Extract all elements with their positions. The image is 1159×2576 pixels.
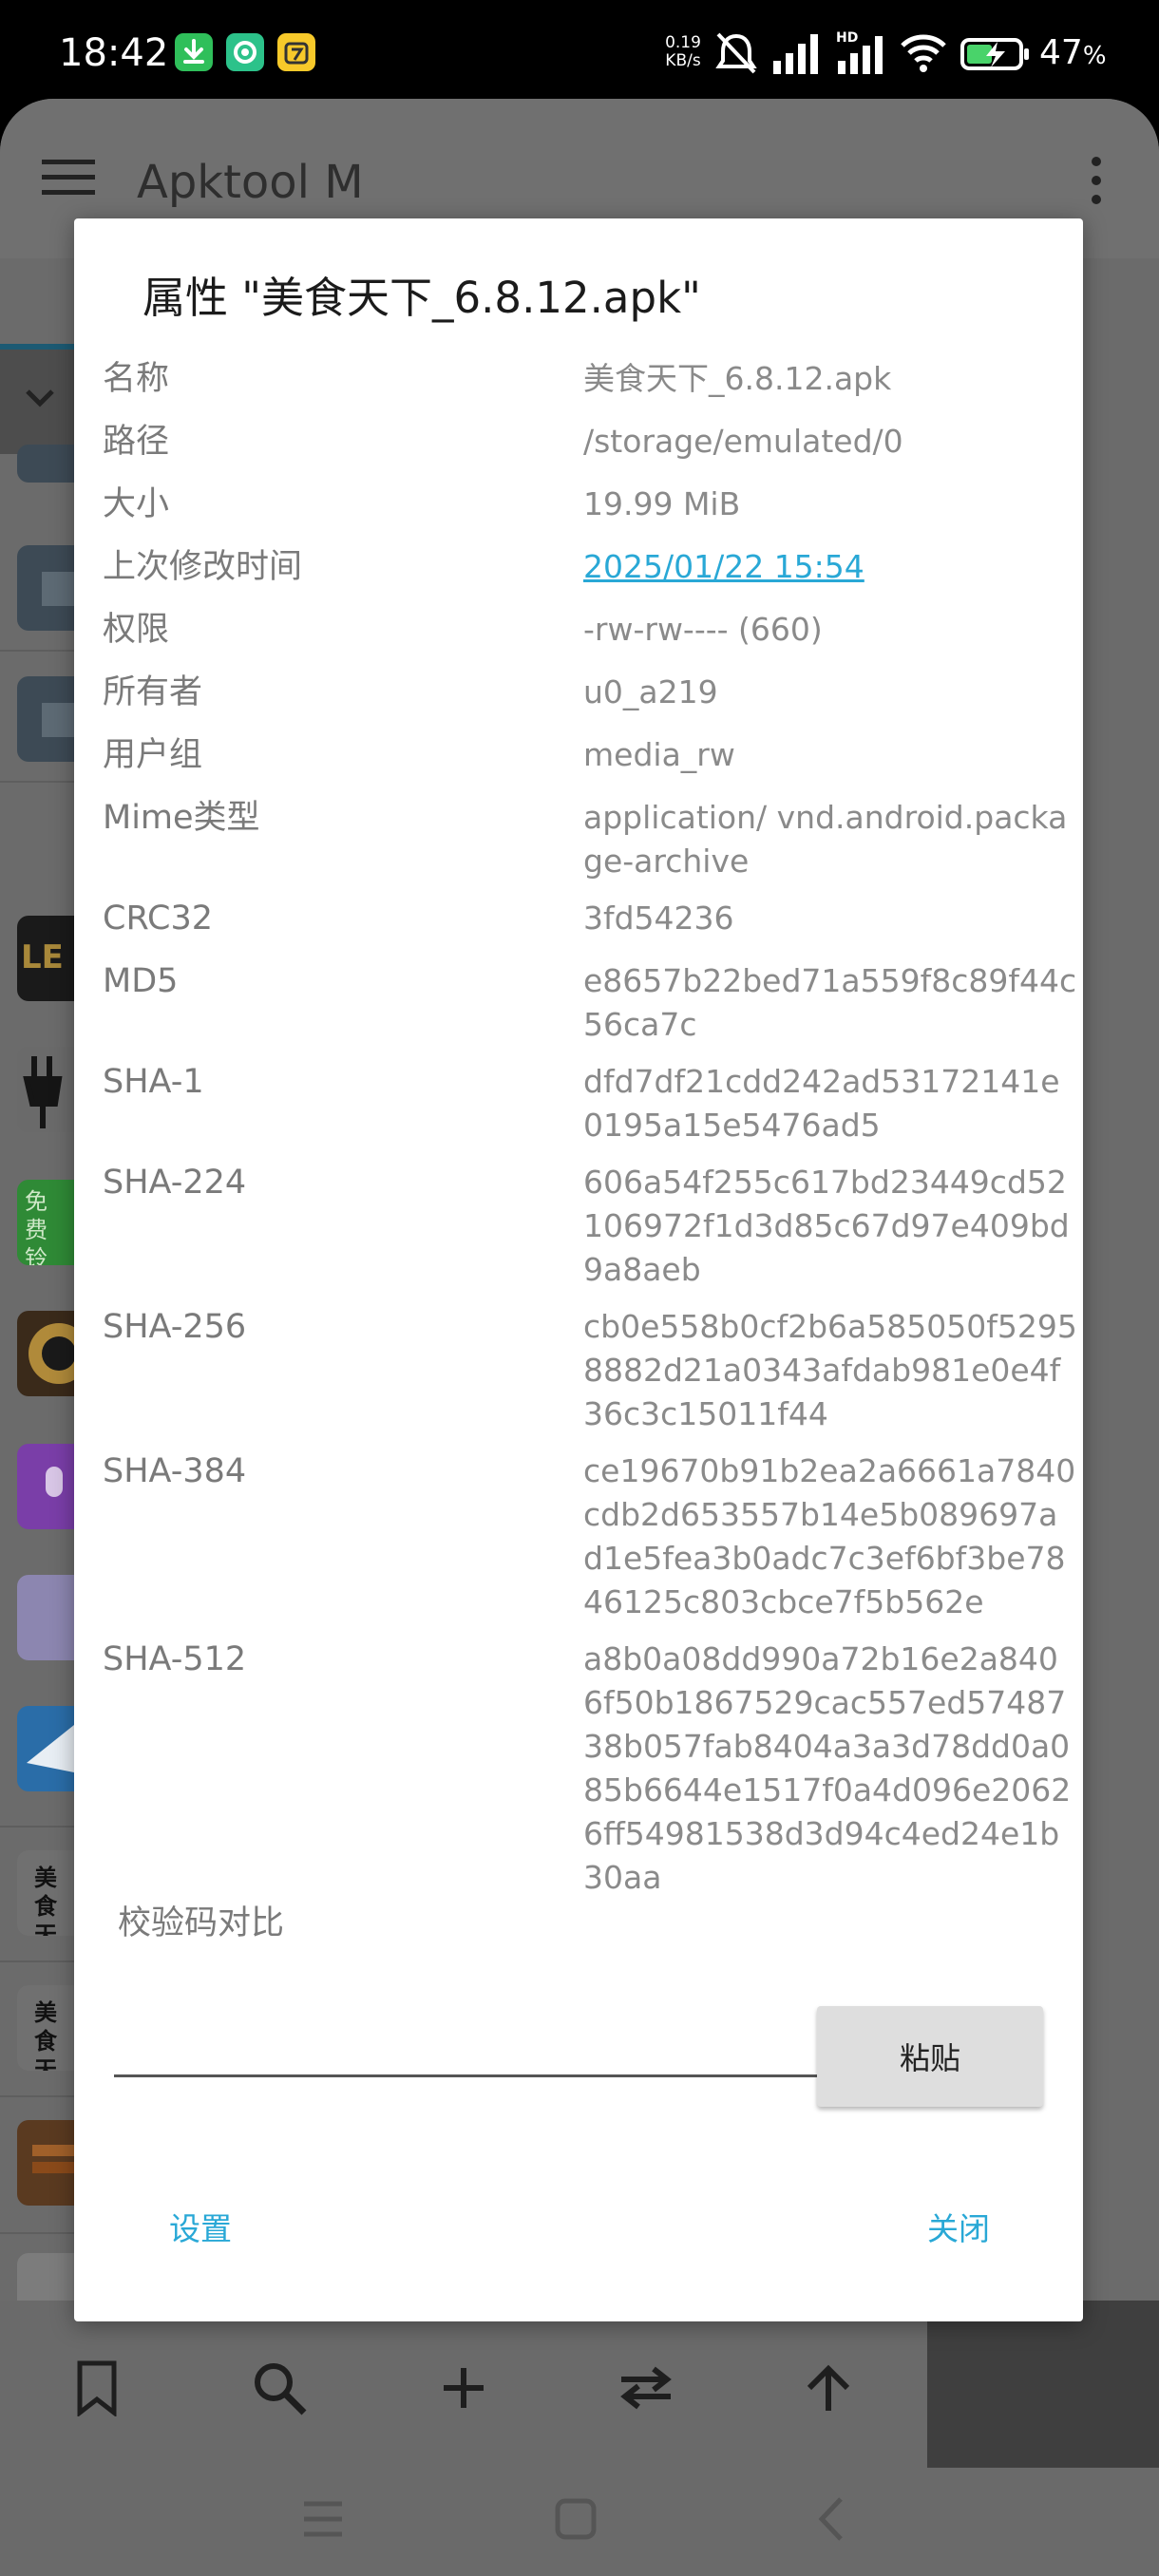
- back-icon[interactable]: [792, 2481, 868, 2557]
- list-item[interactable]: 免费铃声: [17, 1180, 76, 1265]
- list-divider: [0, 1826, 76, 1828]
- alarm-off-icon: [714, 28, 758, 82]
- system-nav-bar: [0, 2468, 1159, 2576]
- wifi-icon: [899, 28, 948, 82]
- list-item[interactable]: [17, 1444, 76, 1529]
- checksum-input[interactable]: [114, 2016, 872, 2077]
- battery-percent: 47%: [1039, 30, 1107, 79]
- prop-label: Mime类型: [103, 799, 260, 837]
- menu-icon[interactable]: [42, 158, 95, 199]
- swap-icon[interactable]: [608, 2350, 684, 2426]
- svg-text:HD: HD: [836, 30, 858, 46]
- prop-label: 权限: [103, 611, 170, 649]
- battery-unit: %: [1082, 42, 1107, 70]
- prop-label: 大小: [103, 485, 170, 523]
- list-divider: [0, 650, 76, 652]
- yellow-app-icon: [277, 33, 315, 71]
- close-button[interactable]: 关闭: [927, 2207, 990, 2251]
- prop-label: SHA-256: [103, 1308, 247, 1346]
- list-divider: [0, 2232, 76, 2234]
- list-item[interactable]: [17, 1706, 76, 1791]
- prop-label: MD5: [103, 962, 179, 1000]
- prop-value: dfd7df21cdd242ad53172141e0195a15e5476ad5: [583, 1063, 1060, 1144]
- speed-value: 0.19: [665, 33, 701, 52]
- list-item[interactable]: [17, 1047, 76, 1132]
- list-divider: [0, 781, 76, 783]
- home-icon[interactable]: [538, 2481, 614, 2557]
- prop-label: CRC32: [103, 900, 213, 938]
- prop-value: media_rw: [583, 736, 735, 773]
- thumb-text: LE: [21, 938, 64, 976]
- prop-label: 路径: [103, 423, 170, 461]
- prop-value: ce19670b91b2ea2a6661a7840cdb2d653557b14e…: [583, 1452, 1076, 1620]
- add-icon[interactable]: [426, 2350, 502, 2426]
- hd-signal-icon: HD: [834, 28, 887, 82]
- list-item[interactable]: [17, 2120, 76, 2206]
- bookmark-icon[interactable]: [59, 2350, 135, 2426]
- list-item[interactable]: [17, 445, 76, 483]
- file-list[interactable]: LE 免费铃声 美食天下 美食天下: [0, 445, 76, 2397]
- prop-value: a8b0a08dd990a72b16e2a8406f50b1867529cac5…: [583, 1640, 1072, 1896]
- prop-value: 美食天下_6.8.12.apk: [583, 360, 892, 397]
- properties-dialog: 属性 "美食天下_6.8.12.apk" 名称 美食天下_6.8.12.apk …: [74, 218, 1083, 2321]
- prop-label: 所有者: [103, 673, 203, 711]
- prop-label: SHA-512: [103, 1640, 247, 1678]
- prop-value: 606a54f255c617bd23449cd52106972f1d3d85c6…: [583, 1164, 1070, 1288]
- prop-value: application/ vnd.android.package-archive: [583, 799, 1068, 880]
- app-title: Apktool M: [137, 156, 364, 209]
- status-time: 18:42: [59, 31, 169, 75]
- chevron-down-icon[interactable]: [25, 388, 55, 412]
- thumb-text: 美食天下: [34, 1865, 57, 1936]
- network-speed: 0.19 KB/s: [659, 34, 707, 70]
- paste-button[interactable]: 粘贴: [817, 2006, 1043, 2107]
- battery-value: 47: [1039, 33, 1083, 72]
- prop-value: u0_a219: [583, 673, 718, 710]
- prop-value: cb0e558b0cf2b6a585050f52958882d21a0343af…: [583, 1308, 1077, 1432]
- prop-label: SHA-224: [103, 1164, 247, 1202]
- list-item[interactable]: 美食天下: [17, 1850, 76, 1936]
- list-item[interactable]: 美食天下: [17, 1985, 76, 2071]
- prop-label: SHA-1: [103, 1063, 204, 1101]
- prop-label: SHA-384: [103, 1452, 247, 1490]
- thumb-text: 免费铃声: [25, 1188, 48, 1265]
- prop-value: -rw-rw---- (660): [583, 611, 823, 648]
- more-options-icon[interactable]: [1083, 154, 1110, 211]
- prop-label: 用户组: [103, 736, 203, 774]
- list-divider: [0, 2095, 76, 2097]
- signal-icon: [771, 28, 823, 82]
- green-app-icon: [226, 33, 264, 71]
- download-app-icon: [175, 33, 213, 71]
- prop-label: 上次修改时间: [103, 548, 303, 586]
- recents-icon[interactable]: [285, 2481, 361, 2557]
- prop-label: 名称: [103, 360, 170, 398]
- prop-value: /storage/emulated/0: [583, 423, 903, 460]
- settings-button[interactable]: 设置: [169, 2207, 232, 2251]
- status-bar: 18:42 0.19 KB/s HD 47%: [0, 0, 1159, 106]
- speed-unit: KB/s: [665, 51, 701, 70]
- checksum-compare-label: 校验码对比: [118, 1904, 285, 1942]
- list-item[interactable]: [17, 1575, 76, 1660]
- bottom-toolbar: [0, 2301, 927, 2468]
- modified-date-link[interactable]: 2025/01/22 15:54: [583, 545, 1077, 589]
- battery-charging-icon: [960, 28, 1032, 82]
- list-divider: [0, 1960, 76, 1962]
- list-item[interactable]: [17, 676, 76, 762]
- prop-value: 19.99 MiB: [583, 485, 741, 522]
- arrow-up-icon[interactable]: [790, 2350, 866, 2426]
- list-item[interactable]: [17, 545, 76, 631]
- dialog-title: 属性 "美食天下_6.8.12.apk": [142, 273, 701, 323]
- prop-value: 3fd54236: [583, 900, 734, 937]
- list-item[interactable]: LE: [17, 916, 76, 1001]
- prop-value: e8657b22bed71a559f8c89f44c56ca7c: [583, 962, 1077, 1043]
- thumb-text: 美食天下: [34, 1999, 57, 2071]
- search-icon[interactable]: [241, 2350, 317, 2426]
- list-item[interactable]: [17, 1311, 76, 1396]
